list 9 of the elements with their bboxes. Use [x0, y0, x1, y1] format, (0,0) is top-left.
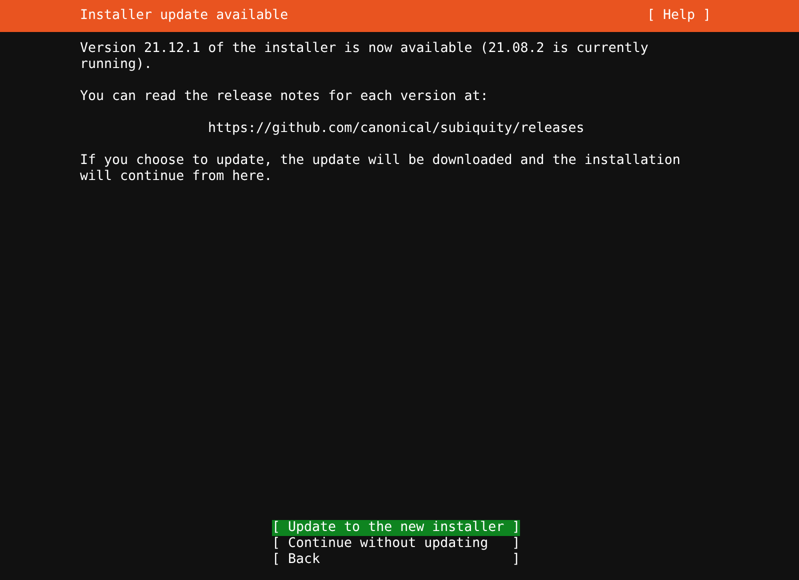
- paragraph-text: You can read the release notes for each version at:: [80, 89, 490, 105]
- screen-title: Installer update available: [80, 8, 288, 24]
- paragraph-text: Version 21.12.1 of the installer is now available (21.08.2 is currently running).: [80, 41, 650, 73]
- menu-button[interactable]: [ Back ]: [272, 552, 520, 568]
- menu-button[interactable]: [ Continue without updating ]: [272, 536, 520, 552]
- release-notes-url: https://github.com/canonical/subiquity/releases: [207, 121, 586, 137]
- paragraph-text: If you choose to update, the update will be downloaded and the installation will continue from here.: [80, 153, 682, 185]
- menu-button[interactable]: [ Update to the new installer ]: [272, 520, 520, 536]
- help-button[interactable]: [ Help ]: [646, 8, 711, 24]
